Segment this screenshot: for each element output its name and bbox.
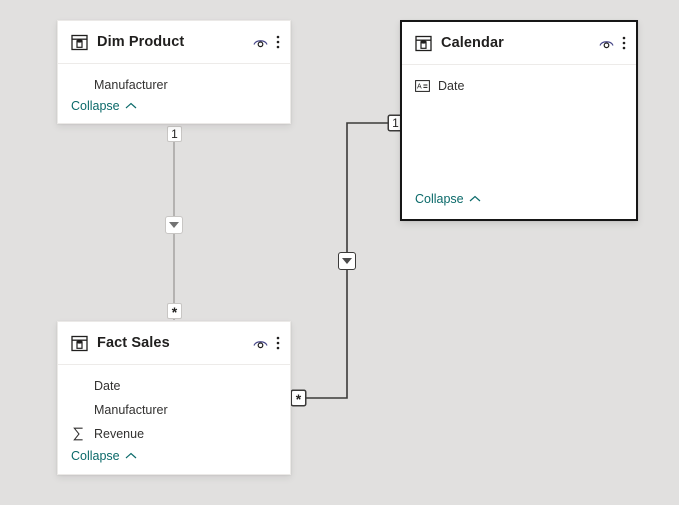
kebab-menu-icon[interactable] xyxy=(276,335,280,351)
table-title-dim-product: Dim Product xyxy=(97,34,185,50)
filter-direction-arrow-dimproduct-factsales[interactable] xyxy=(165,216,183,234)
field-row[interactable]: Date xyxy=(58,374,290,398)
table-icon xyxy=(71,34,88,50)
chevron-up-icon xyxy=(469,195,481,202)
svg-text:A: A xyxy=(417,84,422,91)
chevron-up-icon xyxy=(125,102,137,108)
table-header-calendar[interactable]: Calendar xyxy=(402,22,636,65)
table-card-calendar[interactable]: Calendar A Date Collapse xyxy=(400,20,638,221)
table-fields-calendar: A Date xyxy=(402,65,636,188)
sum-sigma-icon xyxy=(71,427,86,442)
table-icon xyxy=(415,35,432,51)
table-title-fact-sales: Fact Sales xyxy=(97,335,170,351)
table-card-dim-product[interactable]: Dim Product Manufacturer Collapse xyxy=(57,20,291,124)
table-header-actions xyxy=(598,35,626,52)
field-label: Revenue xyxy=(94,427,145,441)
field-row[interactable]: A Date xyxy=(402,74,636,98)
collapse-label: Collapse xyxy=(71,448,120,463)
table-title-calendar: Calendar xyxy=(441,35,504,51)
filter-direction-arrow-calendar-factsales[interactable] xyxy=(338,252,356,270)
cardinality-badge-one-dimproduct[interactable]: 1 xyxy=(167,126,182,142)
kebab-menu-icon[interactable] xyxy=(622,35,626,51)
eye-icon[interactable] xyxy=(598,35,615,52)
chevron-up-icon xyxy=(125,452,137,458)
cardinality-badge-many-factsales-calendar[interactable]: * xyxy=(291,390,306,407)
table-fields-dim-product: Manufacturer xyxy=(58,64,290,97)
field-label: Date xyxy=(438,79,465,93)
table-card-fact-sales[interactable]: Fact Sales Date Manufacturer Revenue Col… xyxy=(57,321,291,475)
collapse-row-dim-product: Collapse xyxy=(58,97,290,123)
filter-arrow-down-icon xyxy=(342,258,352,264)
collapse-button-dim-product[interactable]: Collapse xyxy=(71,99,137,113)
table-icon xyxy=(71,335,88,351)
eye-icon[interactable] xyxy=(252,335,269,352)
model-diagram-canvas[interactable]: 1 * 1 * Dim Product Manufacturer Collaps… xyxy=(0,0,679,505)
eye-icon[interactable] xyxy=(252,34,269,51)
field-row[interactable]: Manufacturer xyxy=(58,398,290,422)
collapse-button-calendar[interactable]: Collapse xyxy=(415,192,481,206)
kebab-menu-icon[interactable] xyxy=(276,34,280,50)
collapse-row-fact-sales: Collapse xyxy=(58,446,290,474)
table-header-actions xyxy=(252,335,280,352)
field-label: Manufacturer xyxy=(94,403,168,417)
cardinality-badge-many-factsales[interactable]: * xyxy=(167,303,182,320)
table-header-dim-product[interactable]: Dim Product xyxy=(58,21,290,64)
field-label: Date xyxy=(94,379,121,393)
field-row[interactable]: Revenue xyxy=(58,422,290,446)
table-fields-fact-sales: Date Manufacturer Revenue xyxy=(58,365,290,446)
field-label: Manufacturer xyxy=(94,78,168,92)
table-header-actions xyxy=(252,34,280,51)
filter-arrow-down-icon xyxy=(169,222,179,228)
calculated-column-icon: A xyxy=(415,79,430,94)
collapse-label: Collapse xyxy=(415,192,464,206)
collapse-label: Collapse xyxy=(71,98,120,113)
collapse-row-calendar: Collapse xyxy=(402,188,636,219)
field-row[interactable]: Manufacturer xyxy=(58,73,290,97)
table-header-fact-sales[interactable]: Fact Sales xyxy=(58,322,290,365)
collapse-button-fact-sales[interactable]: Collapse xyxy=(71,449,137,463)
